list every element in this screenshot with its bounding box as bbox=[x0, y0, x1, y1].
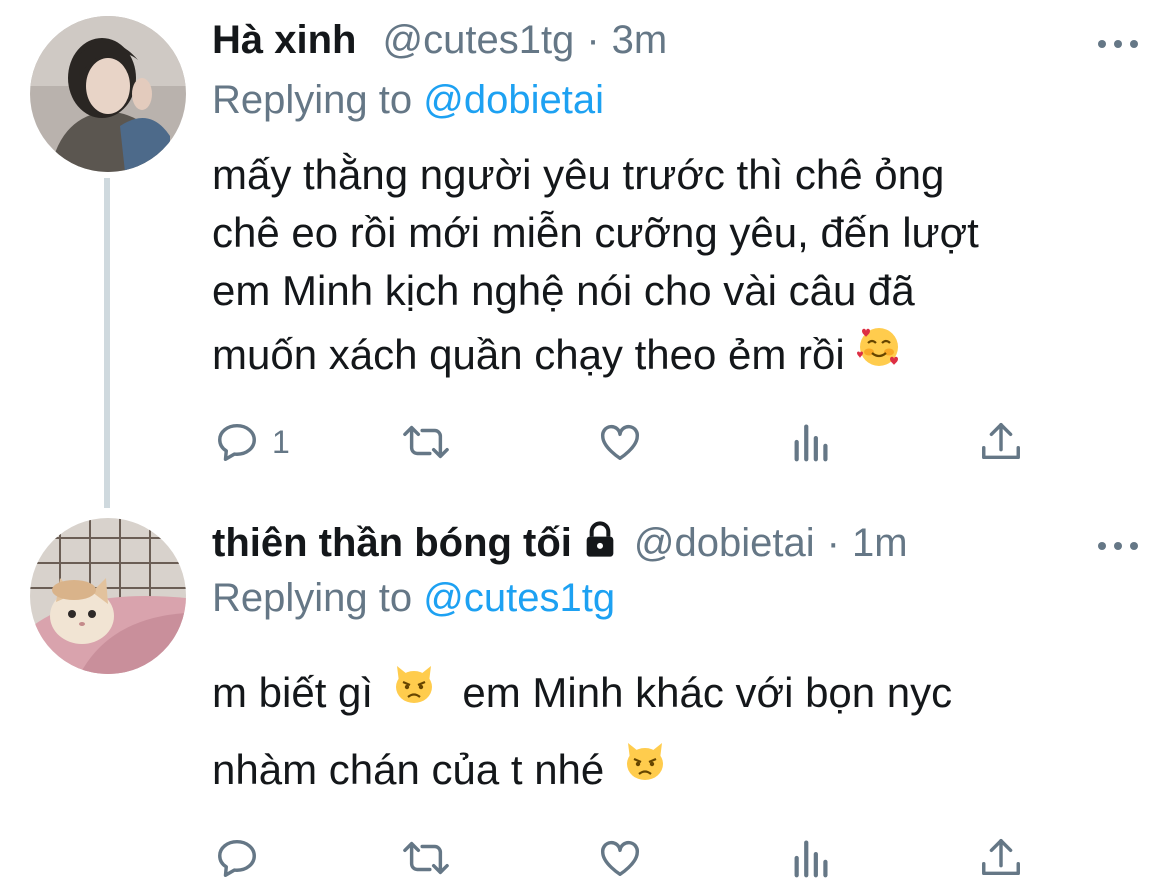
timestamp[interactable]: 3m bbox=[612, 18, 668, 63]
lock-icon bbox=[580, 520, 620, 570]
more-icon[interactable] bbox=[1098, 38, 1138, 50]
retweet-icon bbox=[403, 841, 449, 875]
heart-icon bbox=[601, 840, 639, 877]
like-button[interactable] bbox=[596, 830, 644, 886]
share-button[interactable] bbox=[978, 830, 1024, 886]
share-button[interactable] bbox=[978, 414, 1024, 470]
analytics-icon bbox=[794, 424, 828, 462]
replying-label: Replying to bbox=[212, 78, 413, 122]
avatar[interactable] bbox=[30, 518, 186, 674]
user-handle[interactable]: @dobietai bbox=[634, 521, 815, 566]
analytics-button[interactable] bbox=[790, 830, 834, 886]
tweet-text-line: nhàm chán của t nhé bbox=[212, 745, 605, 793]
tweet-text-line: chê eo rồi mới miễn cưỡng yêu, đến lượt bbox=[212, 209, 979, 256]
tweet-text-line: m biết gì bbox=[212, 669, 374, 716]
tweet-text-line-with-emoji: muốn xách quần chạy theo ẻm rồi bbox=[212, 326, 1112, 388]
reply-icon bbox=[218, 839, 256, 877]
analytics-button[interactable] bbox=[790, 414, 834, 470]
analytics-icon bbox=[794, 840, 828, 878]
reply-button[interactable]: 1 bbox=[214, 414, 290, 470]
pouting-cat-icon bbox=[622, 732, 668, 806]
reply-icon bbox=[218, 423, 256, 461]
avatar[interactable] bbox=[30, 16, 186, 172]
timestamp[interactable]: 1m bbox=[852, 521, 908, 566]
replying-label: Replying to bbox=[212, 576, 413, 620]
smiling-face-with-hearts-icon bbox=[856, 323, 902, 384]
retweet-icon bbox=[403, 425, 449, 459]
share-icon bbox=[982, 839, 1020, 876]
tweet-actions bbox=[212, 830, 1072, 886]
tweet-text-line-with-emoji: m biết gì em Minh khác với bọn nyc bbox=[212, 656, 1112, 733]
tweet-text-line: muốn xách quần chạy theo ẻm rồi bbox=[212, 331, 845, 378]
like-button[interactable] bbox=[596, 414, 644, 470]
share-icon bbox=[982, 423, 1020, 460]
mention-link[interactable]: @dobietai bbox=[423, 78, 604, 122]
separator-dot: · bbox=[826, 521, 840, 565]
reply-button[interactable] bbox=[214, 830, 272, 886]
replying-to: Replying to @dobietai bbox=[212, 78, 604, 123]
retweet-button[interactable] bbox=[398, 414, 454, 470]
display-name[interactable]: thiên thần bóng tối bbox=[212, 521, 572, 566]
tweet-2: thiên thần bóng tối @dobietai · 1m Reply… bbox=[0, 500, 1170, 895]
tweet-text: mấy thằng người yêu trước thì chê ỏng ch… bbox=[212, 146, 1112, 388]
tweet-text-line: mấy thằng người yêu trước thì chê ỏng bbox=[212, 151, 945, 198]
reply-count: 1 bbox=[272, 423, 290, 460]
replying-to: Replying to @cutes1tg bbox=[212, 576, 615, 621]
tweet-text-line: em Minh khác với bọn nyc bbox=[462, 669, 953, 716]
tweet-text: m biết gì em Minh khác với bọn nyc nhàm … bbox=[212, 656, 1112, 810]
separator-dot: · bbox=[586, 18, 600, 62]
tweet-1: Hà xinh @cutes1tg · 3m Replying to @dobi… bbox=[0, 0, 1170, 508]
display-name[interactable]: Hà xinh bbox=[212, 18, 356, 63]
tweet-header: Hà xinh @cutes1tg · 3m bbox=[212, 18, 667, 78]
thread-line bbox=[104, 178, 110, 508]
tweet-actions: 1 bbox=[212, 414, 1072, 470]
tweet-header: thiên thần bóng tối @dobietai · 1m bbox=[212, 516, 908, 576]
mention-link[interactable]: @cutes1tg bbox=[423, 576, 615, 620]
retweet-button[interactable] bbox=[398, 830, 454, 886]
tweet-text-line: em Minh kịch nghệ nói cho vài câu đã bbox=[212, 267, 915, 314]
heart-icon bbox=[601, 424, 639, 461]
user-handle[interactable]: @cutes1tg bbox=[382, 18, 574, 63]
tweet-text-line-with-emoji: nhàm chán của t nhé bbox=[212, 733, 1112, 810]
more-icon[interactable] bbox=[1098, 540, 1138, 552]
pouting-cat-icon bbox=[391, 655, 437, 729]
